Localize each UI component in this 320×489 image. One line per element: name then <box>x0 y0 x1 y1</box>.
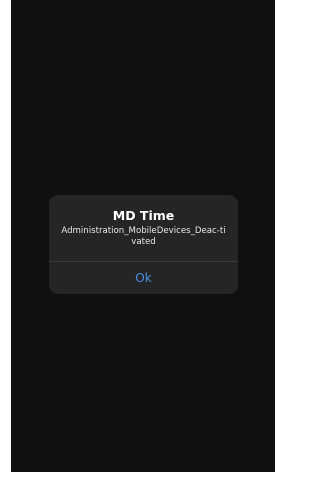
alert-title: MD Time <box>112 208 175 223</box>
ok-button[interactable]: Ok <box>49 262 238 294</box>
alert-message: Administration_MobileDevices_Deac-tivate… <box>61 226 226 247</box>
app-screen: MD Time Administration_MobileDevices_Dea… <box>11 0 275 472</box>
alert-content: MD Time Administration_MobileDevices_Dea… <box>49 195 238 261</box>
alert-dialog: MD Time Administration_MobileDevices_Dea… <box>49 195 238 294</box>
